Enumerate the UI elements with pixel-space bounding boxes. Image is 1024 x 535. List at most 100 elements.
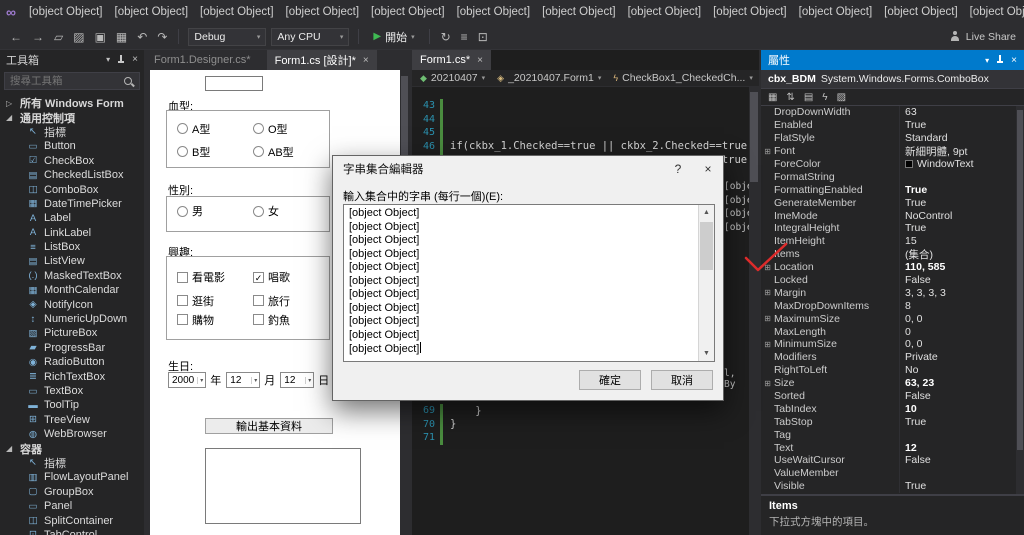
- object-selector[interactable]: cbx_BDM System.Windows.Forms.ComboBox: [761, 70, 1024, 89]
- radio-option[interactable]: 女: [253, 203, 329, 219]
- close-icon[interactable]: ×: [132, 54, 138, 65]
- menu-item[interactable]: [object Object]: [622, 3, 708, 21]
- property-row[interactable]: ⊞ Margin 3, 3, 3, 3: [761, 286, 1016, 300]
- checkbox-option[interactable]: 唱歌: [253, 263, 329, 291]
- property-row[interactable]: FlatStyle Standard: [761, 131, 1016, 145]
- menu-item[interactable]: [object Object]: [707, 3, 793, 21]
- menu-item[interactable]: [object Object]: [536, 3, 622, 21]
- toolbox-item[interactable]: ◫ SplitContainer: [0, 513, 144, 527]
- property-row[interactable]: ForeColor WindowText: [761, 157, 1016, 171]
- toolbox-item[interactable]: ▤ CheckedListBox: [0, 168, 144, 182]
- property-row[interactable]: Tag: [761, 428, 1016, 442]
- expand-icon[interactable]: ⊞: [761, 288, 774, 297]
- property-value-cell[interactable]: 12: [899, 441, 1016, 455]
- toolbox-item[interactable]: ▧ PictureBox: [0, 326, 144, 340]
- property-row[interactable]: TabStop True: [761, 415, 1016, 429]
- gender-group[interactable]: 男 女: [166, 196, 330, 232]
- help-button[interactable]: ?: [663, 156, 693, 182]
- toolbox-item[interactable]: ≣ RichTextBox: [0, 369, 144, 383]
- property-value-cell[interactable]: True: [899, 222, 1016, 235]
- properties-header[interactable]: 屬性 ▾ ×: [761, 50, 1024, 70]
- menu-item[interactable]: [object Object]: [280, 3, 366, 21]
- property-value-cell[interactable]: 63: [899, 106, 1016, 119]
- dialog-titlebar[interactable]: 字串集合編輯器 ? ×: [333, 156, 723, 182]
- menu-item[interactable]: [object Object]: [365, 3, 451, 21]
- radio-option[interactable]: AB型: [253, 140, 329, 163]
- property-value-cell[interactable]: 3, 3, 3, 3: [899, 286, 1016, 300]
- toolbox-item[interactable]: ▤ ListView: [0, 254, 144, 268]
- property-row[interactable]: ⊞ Location 110, 585: [761, 260, 1016, 274]
- code-text[interactable]: }: [450, 405, 481, 417]
- property-row[interactable]: UseWaitCursor False: [761, 454, 1016, 467]
- blood-type-group[interactable]: A型 O型 B型 AB型: [166, 110, 330, 168]
- toolbox-item[interactable]: ◫ ComboBox: [0, 182, 144, 196]
- property-row[interactable]: GenerateMember True: [761, 196, 1016, 210]
- line-number[interactable]: 70: [412, 419, 440, 430]
- property-value-cell[interactable]: False: [899, 273, 1016, 287]
- toolbox-item[interactable]: ▰ ProgressBar: [0, 341, 144, 355]
- nav-back-icon[interactable]: ←: [8, 30, 24, 44]
- menu-item[interactable]: [object Object]: [793, 3, 879, 21]
- property-value-cell[interactable]: [899, 466, 1016, 480]
- document-tab[interactable]: Form1.Designer.cs*: [146, 50, 266, 70]
- property-row[interactable]: Modifiers Private: [761, 350, 1016, 364]
- property-row[interactable]: FormattingEnabled True: [761, 183, 1016, 197]
- radio-option[interactable]: O型: [253, 117, 329, 140]
- property-row[interactable]: Text 12: [761, 441, 1016, 455]
- code-scrollbar[interactable]: [749, 87, 759, 535]
- checkbox-option[interactable]: 看電影: [177, 263, 253, 291]
- line-number[interactable]: 43: [412, 100, 440, 111]
- toolbox-item[interactable]: ↖ 指標: [0, 125, 144, 139]
- radio-option[interactable]: A型: [177, 117, 253, 140]
- options-icon[interactable]: ⊡: [476, 30, 490, 44]
- property-value-cell[interactable]: True: [899, 196, 1016, 210]
- dialog-scrollbar[interactable]: ▲ ▼: [698, 205, 714, 361]
- name-textbox[interactable]: [205, 76, 263, 91]
- expand-icon[interactable]: ⊞: [761, 340, 774, 349]
- expand-icon[interactable]: ⊞: [761, 147, 774, 156]
- start-debugging-button[interactable]: ▶ 開始 ▾: [368, 27, 419, 47]
- property-value-cell[interactable]: 0: [899, 325, 1016, 339]
- save-icon[interactable]: ▣: [93, 30, 108, 44]
- toolbox-item[interactable]: ↖ 指標: [0, 456, 144, 470]
- property-value-cell[interactable]: Standard: [899, 131, 1016, 145]
- property-value-cell[interactable]: Private: [899, 350, 1016, 364]
- live-share-button[interactable]: Live Share: [950, 31, 1016, 43]
- property-value-cell[interactable]: 8: [899, 299, 1016, 313]
- configuration-dropdown[interactable]: Debug ▾: [188, 27, 267, 46]
- property-value-cell[interactable]: 新細明體, 9pt: [899, 144, 1016, 158]
- open-file-icon[interactable]: ▨: [71, 30, 86, 44]
- property-value-cell[interactable]: 0, 0: [899, 312, 1016, 326]
- toolbox-header[interactable]: 工具箱 ▾ ×: [0, 50, 144, 69]
- property-row[interactable]: ItemHeight 15: [761, 234, 1016, 248]
- combo-box[interactable]: 12 ▾: [280, 372, 315, 388]
- expand-icon[interactable]: ⊞: [761, 263, 774, 272]
- expand-icon[interactable]: ⊞: [761, 379, 774, 388]
- outline-icon[interactable]: ≡: [459, 30, 470, 44]
- interest-group[interactable]: 看電影 唱歌 逛街 旅行: [166, 256, 330, 340]
- toolbox-item[interactable]: ▭ Panel: [0, 499, 144, 513]
- menu-item[interactable]: [object Object]: [194, 3, 280, 21]
- toolbox-search-box[interactable]: [4, 72, 140, 90]
- save-all-icon[interactable]: ▦: [114, 30, 129, 44]
- checkbox-option[interactable]: 購物: [177, 310, 253, 329]
- property-row[interactable]: Visible True: [761, 479, 1016, 493]
- property-row[interactable]: ⊞ Size 63, 23: [761, 376, 1016, 390]
- cancel-button[interactable]: 取消: [651, 370, 713, 390]
- categorized-icon[interactable]: ▦: [768, 92, 777, 103]
- toolbox-item[interactable]: ◢ 通用控制項: [0, 110, 144, 125]
- property-row[interactable]: IntegralHeight True: [761, 222, 1016, 235]
- breadcrumb-item[interactable]: ◆ 20210407 ▾: [420, 72, 485, 84]
- property-value-cell[interactable]: 0, 0: [899, 338, 1016, 351]
- property-row[interactable]: Sorted False: [761, 389, 1016, 403]
- toolbox-item[interactable]: A Label: [0, 211, 144, 225]
- property-value-cell[interactable]: 63, 23: [899, 376, 1016, 390]
- output-textbox[interactable]: [205, 448, 361, 524]
- string-collection-textarea[interactable]: [object Object] [object Object] [object Ob…: [343, 204, 715, 362]
- toolbox-item[interactable]: ▥ FlowLayoutPanel: [0, 470, 144, 484]
- toolbox-item[interactable]: ▷ 所有 Windows Form: [0, 96, 144, 110]
- ok-button[interactable]: 確定: [579, 370, 641, 390]
- document-tab[interactable]: Form1.cs* ×: [412, 50, 491, 70]
- radio-option[interactable]: B型: [177, 140, 253, 163]
- checkbox-option[interactable]: 逛街: [177, 291, 253, 310]
